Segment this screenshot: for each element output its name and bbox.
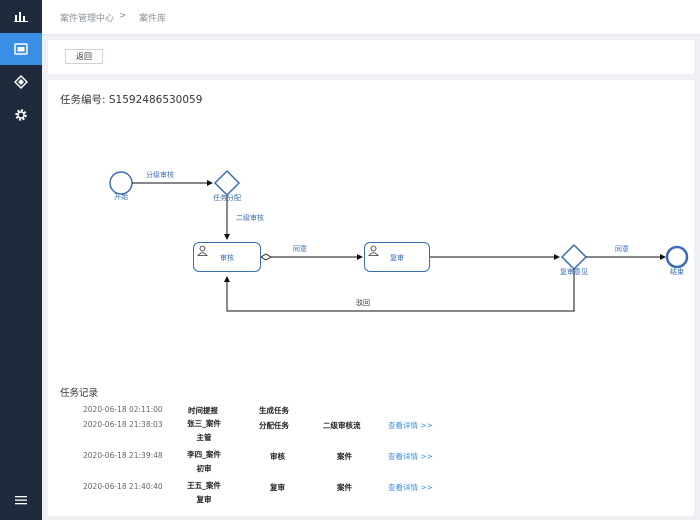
record-time: 2020-06-18 21:38:03 [83, 420, 163, 429]
record-detail-link[interactable]: 查看详情 >> [388, 420, 433, 431]
diamond-icon [14, 75, 28, 89]
flow-diagram [109, 169, 689, 312]
breadcrumb-case-library: 案件库 [139, 14, 167, 24]
nav-settings[interactable] [0, 99, 42, 131]
record-note: 案件 [337, 483, 352, 492]
gateway-task-assign-label: 任务分配 [213, 194, 241, 202]
edge-task1-task2-label: 同意 [293, 245, 307, 253]
task-re-review[interactable]: 复审 [364, 242, 430, 272]
edge-gateway2-end-label: 同意 [615, 245, 629, 253]
breadcrumb-cases-center[interactable]: 案件管理中心 [60, 11, 114, 24]
edge-reject-label: 驳回 [356, 299, 370, 307]
gear-icon [15, 109, 27, 121]
nav-cases[interactable] [0, 33, 42, 65]
menu-icon [15, 496, 27, 505]
gateway-review-opinion-label: 复审意见 [560, 268, 588, 276]
end-event[interactable] [665, 245, 689, 269]
window-icon [14, 43, 28, 55]
edge-start-gateway1-label: 分级审核 [146, 171, 174, 179]
record-note: 二级审核流 [323, 421, 361, 430]
edge-task1-diamond-start [260, 253, 272, 261]
edge-reject-loop [224, 269, 575, 312]
main-content: 任务编号: S1592486530059 审核 复审 开始 任务分配 复审意见 … [48, 80, 694, 516]
record-action: 生成任务 [259, 406, 289, 415]
record-time: 2020-06-18 02:11:00 [83, 405, 163, 414]
menu-toggle[interactable] [0, 484, 42, 516]
start-event[interactable] [109, 171, 133, 195]
edge-gateway1-task1-label: 二级审核 [236, 214, 264, 222]
record-time: 2020-06-18 21:40:40 [83, 482, 163, 491]
gateway-review-opinion[interactable] [560, 243, 588, 271]
task-review[interactable]: 审核 [193, 242, 261, 272]
record-user: 张三_案件主管 [187, 419, 221, 442]
record-user: 王五_案件复审 [187, 481, 221, 504]
record-action: 复审 [270, 483, 285, 492]
record-user: 李四_案件初审 [187, 450, 221, 473]
record-action: 分配任务 [259, 421, 289, 430]
back-button[interactable]: 返回 [65, 49, 103, 64]
nav-workflow[interactable] [0, 66, 42, 98]
record-time: 2020-06-18 21:39:48 [83, 451, 163, 460]
end-event-label: 结束 [670, 268, 684, 276]
task-records-title: 任务记录 [60, 388, 99, 399]
topbar: 案件管理中心 > 案件库 [42, 0, 700, 35]
breadcrumb-separator: > [119, 11, 127, 21]
task-review-label: 审核 [220, 254, 234, 262]
task-re-review-label: 复审 [390, 254, 404, 262]
record-detail-link[interactable]: 查看详情 >> [388, 482, 433, 493]
record-note: 案件 [337, 452, 352, 461]
record-user: 时间提报 [188, 406, 218, 415]
nav-dashboard[interactable] [0, 0, 42, 32]
start-event-label: 开始 [114, 193, 128, 201]
toolbar: 返回 [48, 40, 694, 74]
gateway-task-assign[interactable] [213, 169, 241, 197]
record-detail-link[interactable]: 查看详情 >> [388, 451, 433, 462]
chart-icon [14, 12, 28, 22]
sidebar [0, 0, 42, 520]
record-action: 审核 [270, 452, 285, 461]
